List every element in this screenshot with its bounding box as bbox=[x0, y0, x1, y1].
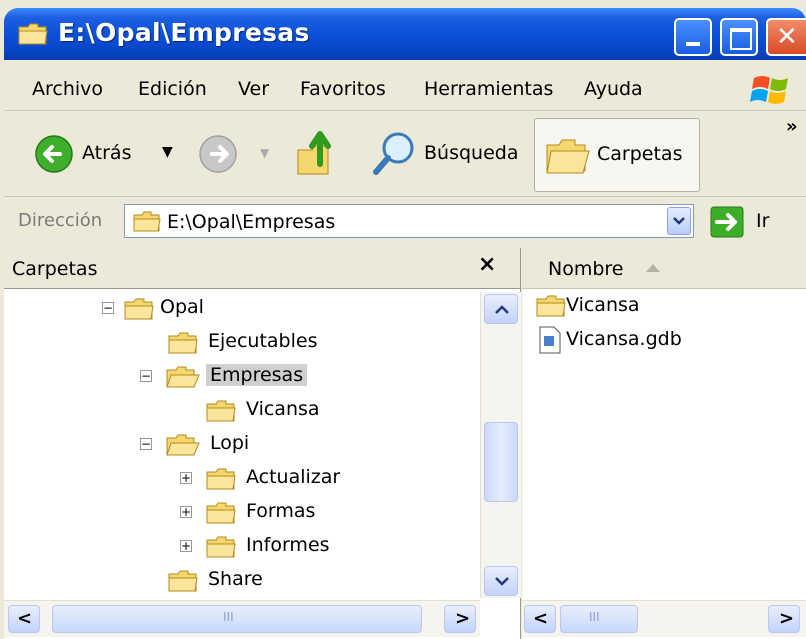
scroll-up-button[interactable] bbox=[484, 294, 518, 324]
explorer-window: E:\Opal\Empresas ✕ Archivo Edición Ver F… bbox=[0, 0, 806, 639]
windows-logo-icon bbox=[750, 76, 788, 104]
close-button[interactable]: ✕ bbox=[766, 18, 806, 56]
back-dropdown-icon[interactable]: ▼ bbox=[162, 144, 173, 160]
folders-pane-header: Carpetas × bbox=[4, 248, 520, 289]
chevron-down-icon bbox=[495, 577, 509, 586]
folders-button[interactable]: Carpetas bbox=[534, 118, 700, 192]
tree-item-label: Ejecutables bbox=[208, 330, 318, 352]
menu-herramientas[interactable]: Herramientas bbox=[424, 78, 553, 100]
open-folder-icon bbox=[166, 434, 200, 456]
folder-icon bbox=[206, 468, 236, 490]
address-input[interactable]: E:\Opal\Empresas bbox=[124, 204, 694, 238]
collapse-icon[interactable]: − bbox=[140, 437, 152, 451]
address-dropdown-button[interactable] bbox=[667, 207, 691, 235]
file-icon bbox=[539, 326, 561, 354]
menu-ver[interactable]: Ver bbox=[238, 78, 269, 100]
minimize-icon bbox=[686, 42, 700, 46]
menu-ayuda[interactable]: Ayuda bbox=[584, 78, 643, 100]
chevron-left-icon: < bbox=[533, 608, 549, 629]
back-button[interactable]: Atrás bbox=[82, 142, 131, 164]
forward-arrow-icon[interactable] bbox=[198, 134, 238, 174]
vertical-scrollbar[interactable] bbox=[480, 292, 521, 598]
folder-icon bbox=[133, 211, 161, 232]
address-label: Dirección bbox=[18, 210, 103, 231]
chevron-down-icon bbox=[673, 217, 685, 225]
sort-ascending-icon bbox=[646, 264, 660, 272]
maximize-icon bbox=[730, 28, 752, 50]
open-folder-icon bbox=[166, 366, 200, 388]
horizontal-scrollbar[interactable]: < III > bbox=[4, 600, 480, 637]
horizontal-scrollbar[interactable]: < III > bbox=[522, 600, 806, 637]
tree-item-label: Lopi bbox=[210, 432, 250, 454]
folders-pane: Carpetas × − Opal Ejecutables − Empresas bbox=[4, 248, 521, 639]
toolbar-more-icon[interactable]: » bbox=[786, 116, 798, 137]
tree-item-label: Opal bbox=[160, 296, 204, 318]
go-button[interactable]: Ir bbox=[756, 210, 769, 232]
collapse-icon[interactable]: − bbox=[102, 301, 114, 315]
maximize-button[interactable] bbox=[720, 18, 758, 56]
folders-pane-title: Carpetas bbox=[12, 258, 98, 280]
up-folder-icon[interactable] bbox=[294, 128, 340, 180]
column-header-name[interactable]: Nombre bbox=[522, 248, 806, 289]
column-title: Nombre bbox=[548, 258, 624, 280]
folder-icon bbox=[18, 23, 48, 45]
go-arrow-icon[interactable] bbox=[710, 206, 744, 238]
title-bar[interactable]: E:\Opal\Empresas ✕ bbox=[4, 8, 806, 60]
menu-edicion[interactable]: Edición bbox=[138, 78, 207, 100]
chevron-up-icon bbox=[495, 305, 509, 314]
scroll-grip: III bbox=[223, 610, 234, 624]
address-bar: Dirección E:\Opal\Empresas Ir bbox=[4, 200, 806, 244]
scroll-grip: III bbox=[589, 610, 600, 624]
menu-favoritos[interactable]: Favoritos bbox=[300, 78, 386, 100]
back-arrow-icon[interactable] bbox=[34, 134, 74, 174]
expand-icon[interactable]: + bbox=[180, 505, 192, 519]
close-pane-icon[interactable]: × bbox=[478, 252, 496, 277]
folder-icon bbox=[536, 295, 566, 317]
tree-item-label: Formas bbox=[246, 500, 316, 522]
window-title: E:\Opal\Empresas bbox=[58, 18, 310, 47]
scroll-left-button[interactable]: < bbox=[524, 605, 556, 633]
folder-icon bbox=[168, 332, 198, 354]
chevron-right-icon: > bbox=[779, 608, 795, 629]
minimize-button[interactable] bbox=[674, 18, 712, 56]
menu-bar: Archivo Edición Ver Favoritos Herramient… bbox=[4, 66, 806, 111]
address-value: E:\Opal\Empresas bbox=[167, 211, 336, 233]
scroll-down-button[interactable] bbox=[484, 566, 518, 596]
folder-icon bbox=[206, 502, 236, 524]
scroll-thumb[interactable] bbox=[484, 422, 518, 502]
menu-archivo[interactable]: Archivo bbox=[32, 78, 103, 100]
folder-icon bbox=[206, 536, 236, 558]
folders-label: Carpetas bbox=[597, 143, 683, 165]
expand-icon[interactable]: + bbox=[180, 471, 192, 485]
tree-item-label: Share bbox=[208, 568, 263, 590]
forward-dropdown-icon[interactable]: ▼ bbox=[260, 146, 269, 160]
chevron-right-icon: > bbox=[455, 608, 471, 629]
expand-icon[interactable]: + bbox=[180, 539, 192, 553]
collapse-icon[interactable]: − bbox=[140, 369, 152, 383]
toolbar: Atrás ▼ ▼ Búsqueda Carpetas » bbox=[4, 112, 806, 197]
scroll-right-button[interactable]: > bbox=[768, 605, 800, 633]
folder-icon bbox=[124, 298, 154, 320]
file-name: Vicansa bbox=[566, 294, 640, 316]
search-icon[interactable] bbox=[372, 130, 418, 178]
tree-item-label: Vicansa bbox=[246, 398, 320, 420]
tree-item-label: Informes bbox=[246, 534, 330, 556]
folder-icon bbox=[168, 570, 198, 592]
folder-tree: − Opal Ejecutables − Empresas Vicansa − … bbox=[4, 292, 480, 598]
tree-item-label: Actualizar bbox=[246, 466, 341, 488]
folder-icon bbox=[206, 400, 236, 422]
close-icon: ✕ bbox=[776, 22, 798, 52]
files-pane: Nombre Vicansa Vicansa.gdb < III > bbox=[522, 248, 806, 639]
file-name: Vicansa.gdb bbox=[566, 328, 682, 350]
tree-item-label: Empresas bbox=[206, 364, 308, 386]
search-button[interactable]: Búsqueda bbox=[424, 142, 518, 164]
scroll-right-button[interactable]: > bbox=[444, 605, 476, 633]
scroll-thumb[interactable]: III bbox=[52, 605, 422, 633]
chevron-left-icon: < bbox=[17, 608, 33, 629]
scroll-left-button[interactable]: < bbox=[8, 605, 40, 633]
folders-icon bbox=[546, 139, 590, 174]
scroll-thumb[interactable]: III bbox=[560, 605, 638, 633]
